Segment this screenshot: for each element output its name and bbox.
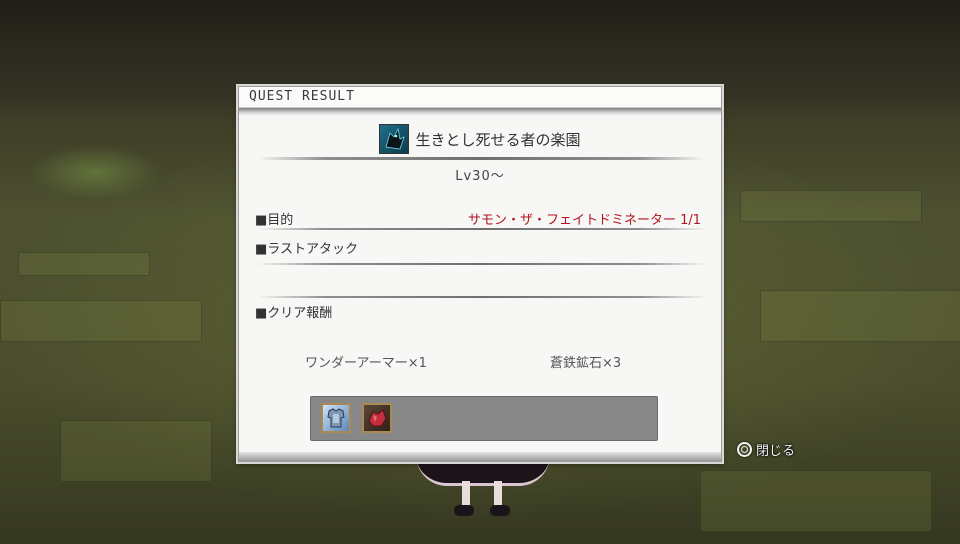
background-tile [760,290,960,342]
divider [257,228,707,230]
reward-name: ワンダーアーマー×1 [305,356,427,371]
clear-reward-label: ■クリア報酬 [255,306,333,321]
player-character [408,455,558,544]
reward-item-bar [310,396,658,441]
background-tile [60,420,212,482]
quest-result-dialog: QUEST RESULT 生きとし死せる者の楽園 Lv30～ ■目的 サモン・ザ… [238,86,722,462]
circle-button-icon [737,442,752,457]
background-tile [700,470,932,532]
last-attack-label: ■ラストアタック [255,242,359,257]
background-tile [740,190,922,222]
dialog-title: QUEST RESULT [249,89,355,104]
background-tile [18,252,150,276]
dialog-header: QUEST RESULT [239,87,721,108]
dialog-footer [239,452,721,461]
objective-label: ■目的 [255,213,294,228]
header-divider [239,108,721,115]
quest-name: 生きとし死せる者の楽園 [415,130,581,149]
close-button-hint[interactable]: 閉じる [737,440,795,459]
reward-name: 蒼鉄鉱石×3 [550,356,622,371]
quest-level: Lv30～ [455,169,505,184]
divider [257,157,705,160]
objective-value: サモン・ザ・フェイトドミネーター 1/1 [467,213,701,228]
close-label: 閉じる [756,444,796,459]
background-tile [0,300,202,342]
divider [257,296,707,298]
background-grass [30,145,160,200]
armor-icon[interactable] [321,403,351,433]
divider [257,263,707,265]
dark-beast-icon [379,124,410,154]
ore-icon[interactable] [362,403,392,433]
quest-title-row: 生きとし死せる者の楽園 [239,123,721,155]
